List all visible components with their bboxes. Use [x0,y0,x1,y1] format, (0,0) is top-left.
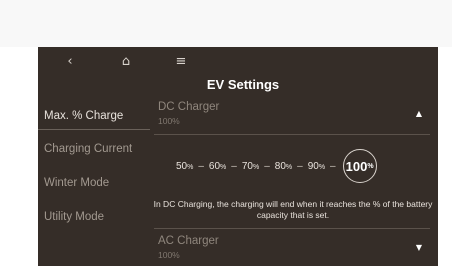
home-button[interactable]: ⌂ [111,47,141,75]
back-button[interactable]: ‹ [55,47,85,75]
charge-option-80-unit: % [285,163,293,171]
dc-charger-title: DC Charger [158,101,220,113]
step-separator: – [198,160,204,172]
divider [154,228,430,229]
sidebar-item-utility-mode[interactable]: Utility Mode [38,203,154,231]
charge-option-90-value: 90 [307,160,319,172]
sidebar-item-winter-mode[interactable]: Winter Mode [38,169,154,197]
charge-option-80[interactable]: 80% [275,161,292,172]
sidebar: Max. % Charge Charging Current Winter Mo… [38,102,152,266]
top-nav-bar: ‹ ⌂ ≡ [38,47,438,75]
home-icon: ⌂ [121,53,131,69]
sidebar-item-max-charge[interactable]: Max. % Charge [38,102,154,130]
charge-option-100-unit: % [367,162,374,170]
ac-charger-value: 100% [158,250,180,260]
menu-icon: ≡ [175,53,187,69]
dc-charger-header[interactable]: DC Charger 100% ▲ [154,99,430,131]
step-separator: – [297,160,303,172]
charge-option-60-unit: % [220,163,227,171]
ev-settings-screen: ‹ ⌂ ≡ EV Settings Max. % Charge Charging… [38,47,438,266]
dc-charger-value: 100% [158,116,180,126]
ac-charger-title: AC Charger [158,235,219,247]
charge-option-50-unit: % [187,163,194,171]
charge-option-90[interactable]: 90% [308,161,325,172]
chevron-up-icon: ▲ [415,109,422,118]
charge-option-70-unit: % [252,163,260,171]
dc-charging-description: In DC Charging, the charging will end wh… [153,199,433,220]
settings-content: DC Charger 100% ▲ 50% – 60% – 70% – 80% … [154,99,438,266]
charge-level-selector: 50% – 60% – 70% – 80% – 90% – 100% [176,149,436,183]
charge-option-60-value: 60 [208,160,221,172]
charge-option-60[interactable]: 60% [209,161,226,172]
charge-option-100-selected[interactable]: 100% [342,149,377,183]
charge-option-100-value: 100 [345,158,368,174]
back-icon: ‹ [67,53,73,69]
charge-option-80-value: 80 [274,160,286,172]
charge-option-70-value: 70 [241,160,253,172]
charge-option-50[interactable]: 50% [176,161,193,172]
step-separator: – [330,160,336,172]
page-title: EV Settings [206,77,280,92]
step-separator: – [264,160,270,172]
ac-charger-header[interactable]: AC Charger 100% ▼ [154,233,430,265]
divider [154,134,430,135]
chevron-down-icon: ▼ [415,243,422,252]
step-separator: – [231,160,237,172]
top-background [0,0,452,47]
charge-option-70[interactable]: 70% [242,161,259,172]
charge-option-90-unit: % [318,163,326,171]
charge-option-50-value: 50 [176,160,188,172]
menu-button[interactable]: ≡ [166,47,196,75]
sidebar-item-charging-current[interactable]: Charging Current [38,135,154,163]
